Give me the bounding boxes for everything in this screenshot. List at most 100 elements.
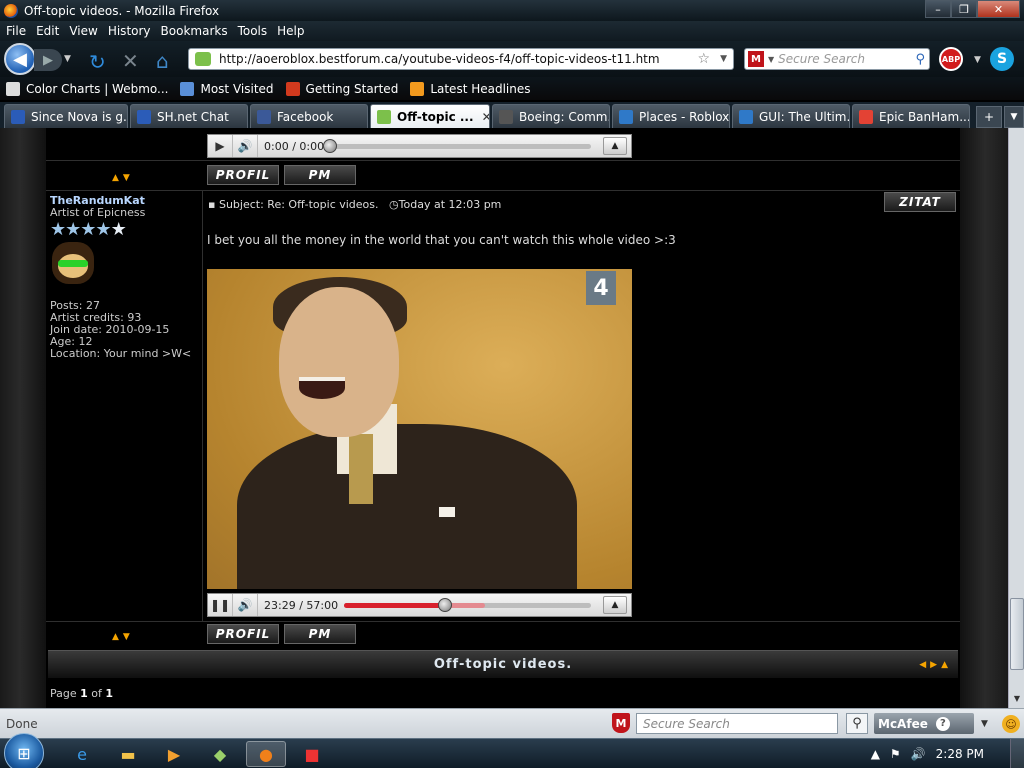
seek-bar[interactable]: [323, 138, 591, 153]
google-icon: [859, 109, 873, 124]
show-desktop-button[interactable]: [1010, 739, 1024, 768]
page-scrollbar[interactable]: ▼: [1008, 128, 1024, 708]
scrollbar-thumb[interactable]: [1010, 598, 1024, 670]
mcafee-search-engine-icon[interactable]: M: [748, 51, 764, 67]
profile-button[interactable]: PROFIL: [207, 624, 279, 644]
skype-icon[interactable]: S: [990, 47, 1014, 71]
tab-off-topic-videos[interactable]: Off-topic ... ✕: [370, 104, 490, 128]
seek-bar[interactable]: [344, 597, 591, 612]
search-input[interactable]: Secure Search: [778, 52, 915, 66]
forward-button[interactable]: ▶: [34, 49, 62, 71]
bookmark-getting-started[interactable]: Getting Started: [285, 81, 399, 96]
volume-icon[interactable]: 🔊: [232, 135, 258, 157]
mcafee-button[interactable]: McAfee ?: [874, 713, 974, 734]
roblox-taskbar-icon[interactable]: ■: [292, 741, 332, 767]
mcafee-dropdown-icon[interactable]: ▼: [981, 719, 988, 729]
url-dropdown-icon[interactable]: ▼: [720, 54, 727, 64]
expand-player-icon[interactable]: ▲: [603, 596, 627, 614]
minimize-button[interactable]: –: [925, 0, 951, 18]
search-icon[interactable]: ⚲: [915, 52, 925, 67]
messenger-icon[interactable]: ◆: [200, 741, 240, 767]
close-tab-icon[interactable]: ✕: [482, 110, 489, 124]
tab-boeing[interactable]: Boeing: Comm...: [492, 104, 610, 128]
back-button[interactable]: ◀: [4, 43, 36, 75]
bookmark-latest-headlines[interactable]: Latest Headlines: [410, 81, 531, 96]
show-hidden-icons-icon[interactable]: ▲: [871, 747, 880, 761]
search-icon[interactable]: ⚲: [846, 713, 868, 734]
scroll-arrows-icon[interactable]: ▲▼: [112, 632, 134, 642]
play-icon[interactable]: ▶: [208, 135, 232, 157]
seek-knob[interactable]: [323, 138, 338, 153]
internet-explorer-icon[interactable]: e: [62, 741, 102, 767]
menu-bar: File Edit View History Bookmarks Tools H…: [0, 21, 1024, 41]
video-figure-pocket-square: [439, 507, 455, 517]
volume-icon[interactable]: 🔊: [911, 747, 926, 761]
expand-player-icon[interactable]: ▲: [603, 137, 627, 155]
stop-icon[interactable]: ✕: [122, 49, 139, 73]
url-bar[interactable]: http://aoeroblox.bestforum.ca/youtube-vi…: [188, 48, 734, 70]
action-center-flag-icon[interactable]: ⚑: [890, 747, 901, 761]
pm-button[interactable]: PM: [284, 624, 356, 644]
tab-since-nova[interactable]: Since Nova is g...: [4, 104, 128, 128]
bookmark-star-icon[interactable]: ☆: [698, 51, 711, 67]
seek-knob[interactable]: [438, 597, 453, 612]
avatar[interactable]: [52, 242, 94, 284]
progress-fill: [344, 602, 446, 608]
profile-button[interactable]: PROFIL: [207, 165, 279, 185]
new-tab-button[interactable]: +: [976, 106, 1002, 128]
help-icon[interactable]: ?: [935, 716, 950, 731]
home-icon[interactable]: ⌂: [156, 49, 169, 73]
menu-history[interactable]: History: [108, 24, 151, 38]
mcafee-shield-icon[interactable]: M: [612, 713, 630, 733]
history-dropdown-icon[interactable]: ▼: [64, 54, 71, 64]
menu-edit[interactable]: Edit: [36, 24, 59, 38]
clock[interactable]: 2:28 PM: [936, 747, 984, 761]
bookmark-label: Getting Started: [305, 81, 399, 96]
adblock-dropdown-icon[interactable]: ▼: [974, 55, 981, 65]
menu-view[interactable]: View: [69, 24, 97, 38]
star-icon: ★: [110, 219, 127, 240]
embedded-video[interactable]: 4: [207, 269, 632, 589]
smiley-addon-icon[interactable]: ☺: [1002, 715, 1020, 733]
tab-label: SH.net Chat: [157, 109, 229, 124]
tab-bar: Since Nova is g... SH.net Chat Facebook …: [0, 102, 1024, 128]
explorer-folder-icon[interactable]: ▬: [108, 741, 148, 767]
pause-icon[interactable]: ❚❚: [208, 594, 232, 616]
avatar-glasses: [58, 260, 88, 267]
post-header: ▪ Subject: Re: Off-topic videos. ◷Today …: [208, 198, 501, 211]
url-text[interactable]: http://aoeroblox.bestforum.ca/youtube-vi…: [219, 52, 698, 66]
search-engine-dropdown-icon[interactable]: ▼: [768, 55, 774, 64]
menu-file[interactable]: File: [6, 24, 26, 38]
scroll-down-icon[interactable]: ▼: [1011, 694, 1023, 706]
tab-list-dropdown-icon[interactable]: ▼: [1004, 106, 1024, 128]
menu-bookmarks[interactable]: Bookmarks: [161, 24, 228, 38]
start-button[interactable]: ⊞: [4, 733, 44, 768]
menu-help[interactable]: Help: [277, 24, 304, 38]
media-player-icon[interactable]: ▶: [154, 741, 194, 767]
menu-tools[interactable]: Tools: [238, 24, 268, 38]
tab-facebook[interactable]: Facebook: [250, 104, 368, 128]
top-video-player: ▶ 🔊 0:00 / 0:00 ▲: [207, 134, 632, 158]
tab-epic-banhammer[interactable]: Epic BanHam...: [852, 104, 970, 128]
tab-sh-net-chat[interactable]: SH.net Chat: [130, 104, 248, 128]
reload-icon[interactable]: ↻: [89, 50, 106, 74]
bookmark-color-charts[interactable]: Color Charts | Webmo...: [6, 81, 168, 96]
scroll-arrows-icon[interactable]: ▲▼: [112, 173, 134, 183]
search-bar[interactable]: M ▼ Secure Search ⚲: [744, 48, 930, 70]
maximize-button[interactable]: ❐: [951, 0, 977, 18]
volume-icon[interactable]: 🔊: [232, 594, 258, 616]
adblock-plus-button[interactable]: ABP: [939, 47, 963, 71]
firefox-taskbar-icon[interactable]: ●: [246, 741, 286, 767]
pm-button[interactable]: PM: [284, 165, 356, 185]
video-figure-mouth: [299, 377, 345, 399]
tab-gui-ultimate[interactable]: GUI: The Ultim...: [732, 104, 850, 128]
forum-post-area: ▶ 🔊 0:00 / 0:00 ▲ ▲▼ PROFIL PM TheRandum…: [46, 128, 960, 708]
bookmark-most-visited[interactable]: Most Visited: [180, 81, 274, 96]
tab-places-roblox[interactable]: Places - Roblox...: [612, 104, 730, 128]
subject-icon: ▪: [208, 198, 216, 211]
page-content: ▶ 🔊 0:00 / 0:00 ▲ ▲▼ PROFIL PM TheRandum…: [0, 128, 1008, 708]
quote-button[interactable]: ZITAT: [884, 192, 956, 212]
secure-search-input[interactable]: Secure Search: [636, 713, 838, 734]
close-button[interactable]: ✕: [977, 0, 1020, 18]
topic-nav-arrows-icon[interactable]: ◀▶▲: [919, 660, 952, 670]
